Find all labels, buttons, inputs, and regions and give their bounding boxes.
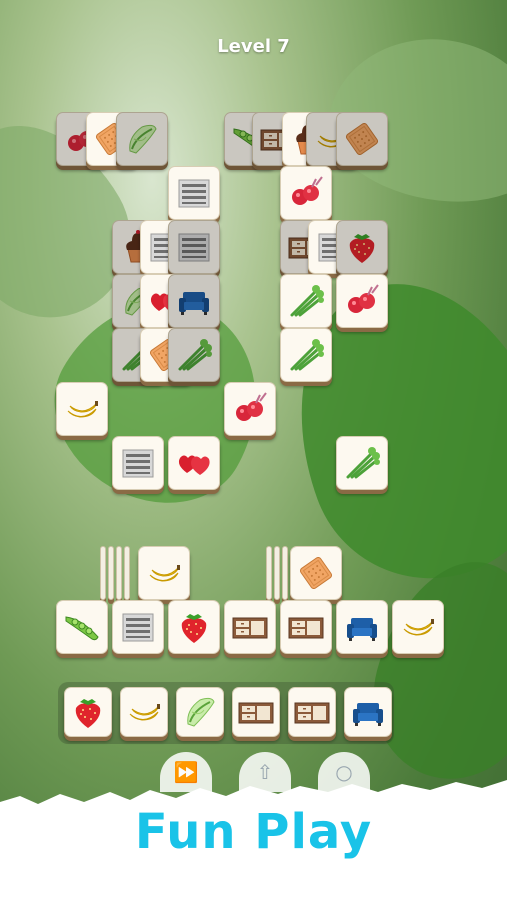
stack-edge bbox=[116, 546, 122, 600]
tile-celery[interactable] bbox=[168, 328, 220, 382]
tile-celery[interactable] bbox=[280, 328, 332, 382]
tile-celery[interactable] bbox=[336, 436, 388, 490]
cabinet-icon bbox=[294, 702, 330, 724]
shelf-icon bbox=[122, 613, 154, 642]
tile-banana[interactable] bbox=[138, 546, 190, 600]
tile-celery[interactable] bbox=[280, 274, 332, 328]
strawberry-icon bbox=[75, 699, 101, 728]
sofa-icon bbox=[353, 703, 383, 726]
banana-icon bbox=[129, 704, 160, 721]
tile-strawberry[interactable] bbox=[168, 600, 220, 654]
cabbage-icon bbox=[187, 697, 215, 727]
strawberry-icon bbox=[349, 234, 375, 263]
tile-banana[interactable] bbox=[392, 600, 444, 654]
tile-shelf[interactable] bbox=[168, 166, 220, 220]
celery-icon bbox=[290, 339, 324, 371]
shelf-icon bbox=[178, 179, 210, 208]
sofa-icon bbox=[179, 292, 209, 315]
tile-biscuit[interactable] bbox=[336, 112, 388, 166]
tile-biscuit[interactable] bbox=[290, 546, 342, 600]
celery-icon bbox=[178, 339, 212, 371]
tile-sofa[interactable] bbox=[168, 274, 220, 328]
peas-icon bbox=[65, 616, 99, 641]
biscuit-icon bbox=[345, 122, 379, 156]
tile-shelf[interactable] bbox=[112, 436, 164, 490]
sofa-icon bbox=[347, 618, 377, 641]
tile-cabinet[interactable] bbox=[280, 600, 332, 654]
tray-slot-cabinet[interactable] bbox=[288, 687, 336, 737]
tile-banana[interactable] bbox=[56, 382, 108, 436]
tile-shelf[interactable] bbox=[112, 600, 164, 654]
cabinet-icon bbox=[238, 702, 274, 724]
celery-icon bbox=[290, 285, 324, 317]
radish-icon bbox=[292, 176, 323, 205]
tile-hearts[interactable] bbox=[168, 436, 220, 490]
banana-icon bbox=[403, 619, 434, 636]
stack-edge bbox=[124, 546, 130, 600]
tile-cabinet[interactable] bbox=[224, 600, 276, 654]
stack-edge bbox=[274, 546, 280, 600]
tile-strawberry[interactable] bbox=[336, 220, 388, 274]
tray-slot-banana[interactable] bbox=[120, 687, 168, 737]
tile-shelf[interactable] bbox=[168, 220, 220, 274]
tray-slot-cabbage[interactable] bbox=[176, 687, 224, 737]
stack-edge bbox=[266, 546, 272, 600]
level-title: Level 7 bbox=[217, 36, 290, 57]
tile-sofa[interactable] bbox=[336, 600, 388, 654]
tile-radish[interactable] bbox=[336, 274, 388, 328]
radish-icon bbox=[236, 392, 267, 421]
tray-slot-sofa[interactable] bbox=[344, 687, 392, 737]
tile-peas[interactable] bbox=[56, 600, 108, 654]
biscuit-icon bbox=[299, 556, 333, 590]
tile-tray bbox=[58, 682, 394, 744]
cabinet-icon bbox=[288, 617, 324, 639]
tray-slot-strawberry[interactable] bbox=[64, 687, 112, 737]
tray-slot-cabinet[interactable] bbox=[232, 687, 280, 737]
tile-cabbage[interactable] bbox=[116, 112, 168, 166]
stack-edge bbox=[108, 546, 114, 600]
cabinet-icon bbox=[232, 617, 268, 639]
celery-icon bbox=[346, 447, 380, 479]
tile-radish[interactable] bbox=[224, 382, 276, 436]
shelf-icon bbox=[122, 449, 154, 478]
cabbage-icon bbox=[129, 124, 157, 154]
banana-icon bbox=[67, 401, 98, 418]
tagline: Fun Play bbox=[134, 804, 373, 860]
stack-edge bbox=[282, 546, 288, 600]
tile-radish[interactable] bbox=[280, 166, 332, 220]
banana-icon bbox=[149, 565, 180, 582]
radish-icon bbox=[348, 284, 379, 313]
shelf-icon bbox=[178, 233, 210, 262]
stack-edge bbox=[100, 546, 106, 600]
hearts-icon bbox=[178, 455, 210, 475]
strawberry-icon bbox=[181, 614, 207, 643]
